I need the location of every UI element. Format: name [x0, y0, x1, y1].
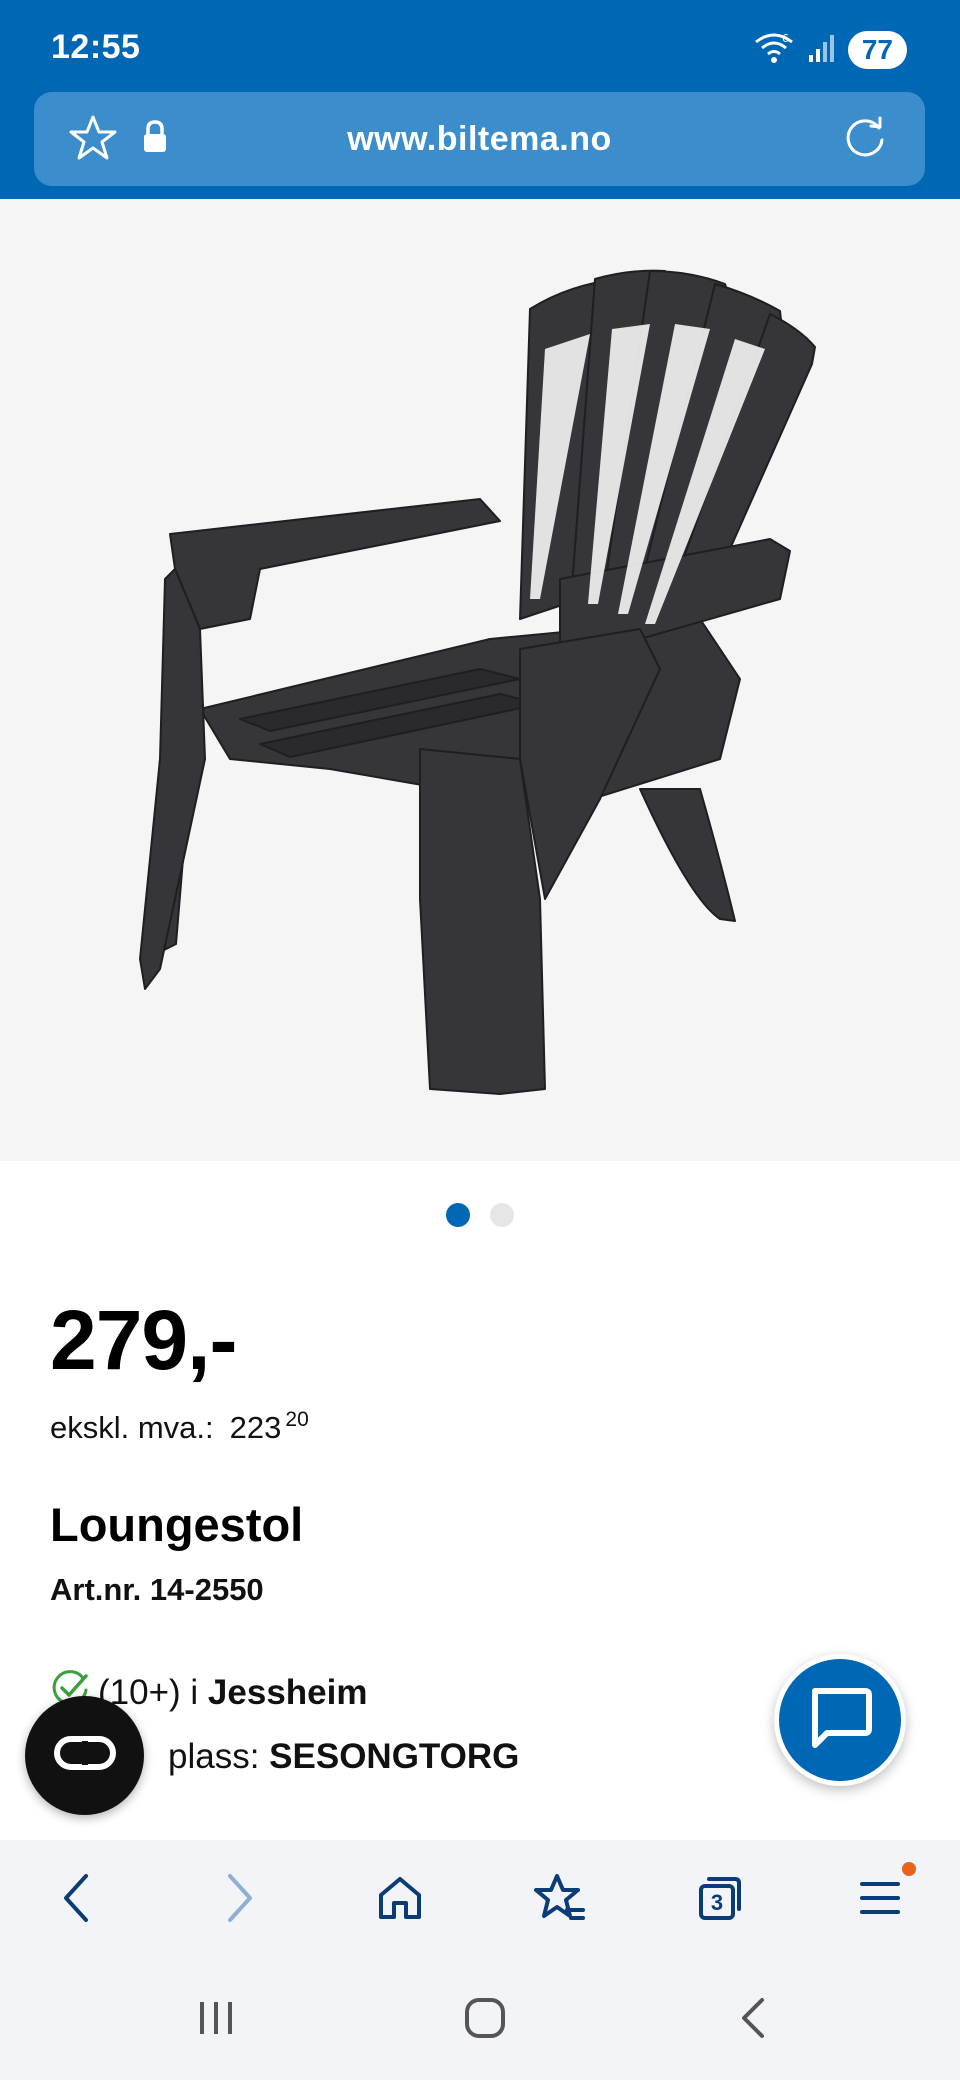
recent-apps-button[interactable]: [186, 1990, 246, 2050]
chat-icon: [805, 1685, 875, 1756]
home-button[interactable]: [368, 1868, 432, 1932]
home-system-button[interactable]: [455, 1990, 515, 2050]
reload-icon[interactable]: [841, 114, 889, 167]
back-button[interactable]: [46, 1868, 110, 1932]
location-label: plass:: [168, 1737, 260, 1776]
home-square-icon: [463, 1996, 507, 2045]
tabs-button[interactable]: 3: [688, 1868, 752, 1932]
product-price: 279,-: [50, 1293, 237, 1387]
system-back-button[interactable]: [724, 1990, 784, 2050]
product-image[interactable]: [0, 199, 960, 1161]
vat-cents: 20: [285, 1408, 309, 1431]
back-icon: [58, 1872, 98, 1929]
tabs-count: 3: [711, 1890, 723, 1915]
chat-button[interactable]: [774, 1654, 906, 1786]
svg-text:6: 6: [782, 32, 789, 45]
battery-indicator: 77: [847, 31, 907, 69]
location-value: SESONGTORG: [269, 1737, 520, 1776]
gallery-pagination: [0, 1203, 960, 1227]
home-icon: [375, 1873, 425, 1928]
status-icons: 6 77: [752, 28, 907, 72]
signal-icon: [808, 33, 836, 68]
menu-icon: [856, 1876, 904, 1925]
status-time: 12:55: [51, 28, 141, 66]
url-bar[interactable]: www.biltema.no: [34, 92, 925, 186]
gallery-dot[interactable]: [490, 1203, 514, 1227]
chair-image: [139, 269, 816, 1095]
browser-bottom-toolbar: 3: [0, 1840, 960, 1960]
wifi-icon: 6: [752, 30, 796, 71]
recent-apps-icon: [194, 1998, 238, 2043]
vat-value: 223: [229, 1410, 282, 1445]
article-number: Art.nr. 14-2550: [50, 1572, 264, 1607]
vat-label: ekskl. mva.:: [50, 1410, 214, 1445]
system-back-icon: [736, 1996, 772, 2045]
tabs-icon: 3: [695, 1873, 745, 1928]
reader-mode-icon: [53, 1733, 117, 1778]
forward-button[interactable]: [206, 1868, 270, 1932]
bookmarks-icon: [533, 1872, 587, 1929]
price-excl-vat: ekskl. mva.: 223 20: [50, 1408, 309, 1446]
notification-dot: [902, 1862, 916, 1876]
gallery-dot[interactable]: [446, 1203, 470, 1227]
bookmarks-button[interactable]: [528, 1868, 592, 1932]
browser-top-bar: 12:55 6 77 www.biltema.no: [0, 0, 960, 199]
system-navigation-bar: [0, 1960, 960, 2080]
url-text[interactable]: www.biltema.no: [34, 92, 925, 186]
product-title: Loungestol: [50, 1498, 304, 1551]
stock-store[interactable]: Jessheim: [208, 1673, 368, 1713]
forward-icon: [218, 1872, 258, 1929]
reader-mode-button[interactable]: [25, 1696, 144, 1815]
menu-button[interactable]: [848, 1862, 916, 1932]
